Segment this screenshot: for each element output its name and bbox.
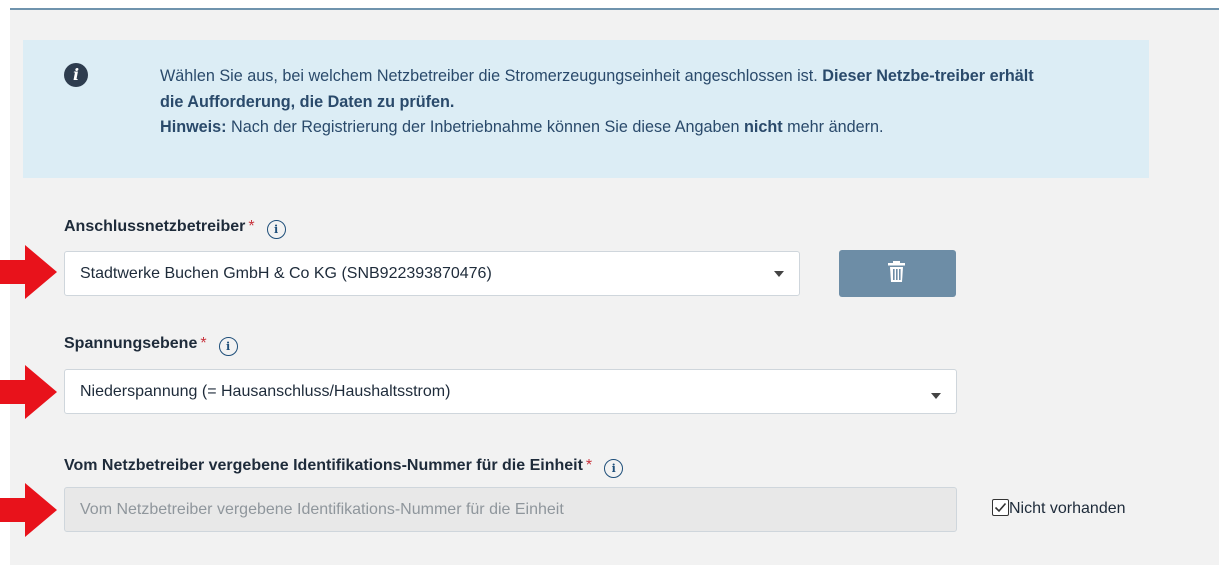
- voltage-label-text: Spannungsebene: [64, 335, 198, 352]
- hint-bold: nicht: [744, 118, 783, 136]
- voltage-select[interactable]: Niederspannung (= Hausanschluss/Haushalt…: [64, 369, 957, 414]
- trash-icon: [888, 261, 905, 282]
- id-number-label: Vom Netzbetreiber vergebene Identifikati…: [64, 457, 624, 478]
- voltage-label: Spannungsebene * i: [64, 335, 238, 356]
- info-text-part1: Wählen Sie aus, bei welchem Netzbetreibe…: [160, 67, 823, 85]
- help-icon[interactable]: i: [266, 220, 286, 239]
- voltage-select-value: Niederspannung (= Hausanschluss/Haushalt…: [80, 383, 451, 400]
- info-text: Wählen Sie aus, bei welchem Netzbetreibe…: [160, 64, 1060, 141]
- checkbox-checked-icon[interactable]: [992, 499, 1009, 516]
- hint-label: Hinweis:: [160, 118, 227, 136]
- id-number-label-text: Vom Netzbetreiber vergebene Identifikati…: [64, 457, 583, 474]
- caret-down-icon: [774, 271, 784, 277]
- red-arrow-icon: [0, 245, 57, 299]
- operator-label-text: Anschlussnetzbetreiber: [64, 218, 246, 235]
- caret-down-icon: [931, 393, 941, 399]
- required-marker: *: [200, 335, 207, 352]
- id-number-input[interactable]: [64, 487, 957, 532]
- not-available-checkbox[interactable]: Nicht vorhanden: [992, 499, 1126, 518]
- hint-text-2: mehr ändern.: [782, 118, 884, 136]
- required-marker: *: [248, 218, 255, 235]
- help-icon[interactable]: i: [604, 459, 624, 478]
- required-marker: *: [585, 457, 593, 474]
- info-icon: i: [64, 63, 88, 87]
- delete-operator-button[interactable]: [839, 250, 956, 297]
- red-arrow-icon: [0, 365, 57, 419]
- operator-select[interactable]: Stadtwerke Buchen GmbH & Co KG (SNB92239…: [64, 251, 800, 296]
- hint-text-1: Nach der Registrierung der Inbetriebnahm…: [226, 118, 745, 136]
- not-available-label: Nicht vorhanden: [1009, 500, 1126, 517]
- help-icon[interactable]: i: [218, 337, 238, 356]
- red-arrow-icon: [0, 483, 57, 537]
- operator-label: Anschlussnetzbetreiber * i: [64, 218, 286, 239]
- operator-select-value: Stadtwerke Buchen GmbH & Co KG (SNB92239…: [80, 265, 492, 282]
